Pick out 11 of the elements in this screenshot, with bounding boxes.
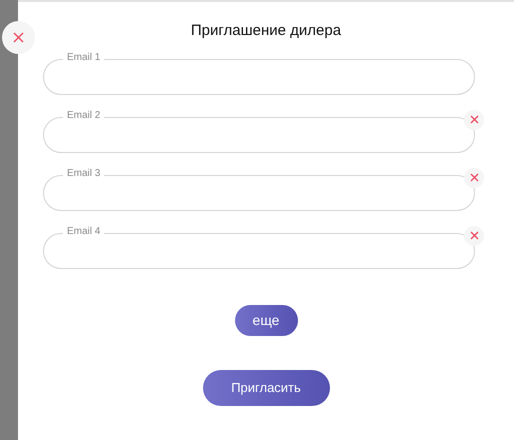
remove-button[interactable] <box>464 110 484 130</box>
close-icon <box>470 173 478 182</box>
close-icon <box>470 231 478 240</box>
remove-button[interactable] <box>464 226 484 246</box>
close-icon <box>13 32 24 43</box>
more-button[interactable]: еще <box>234 304 298 336</box>
invite-button[interactable]: Пригласить <box>202 370 330 406</box>
close-icon <box>470 115 478 124</box>
dialog-title: Приглашение дилера <box>190 21 342 41</box>
remove-button[interactable] <box>464 168 484 188</box>
close-button[interactable] <box>2 21 35 54</box>
